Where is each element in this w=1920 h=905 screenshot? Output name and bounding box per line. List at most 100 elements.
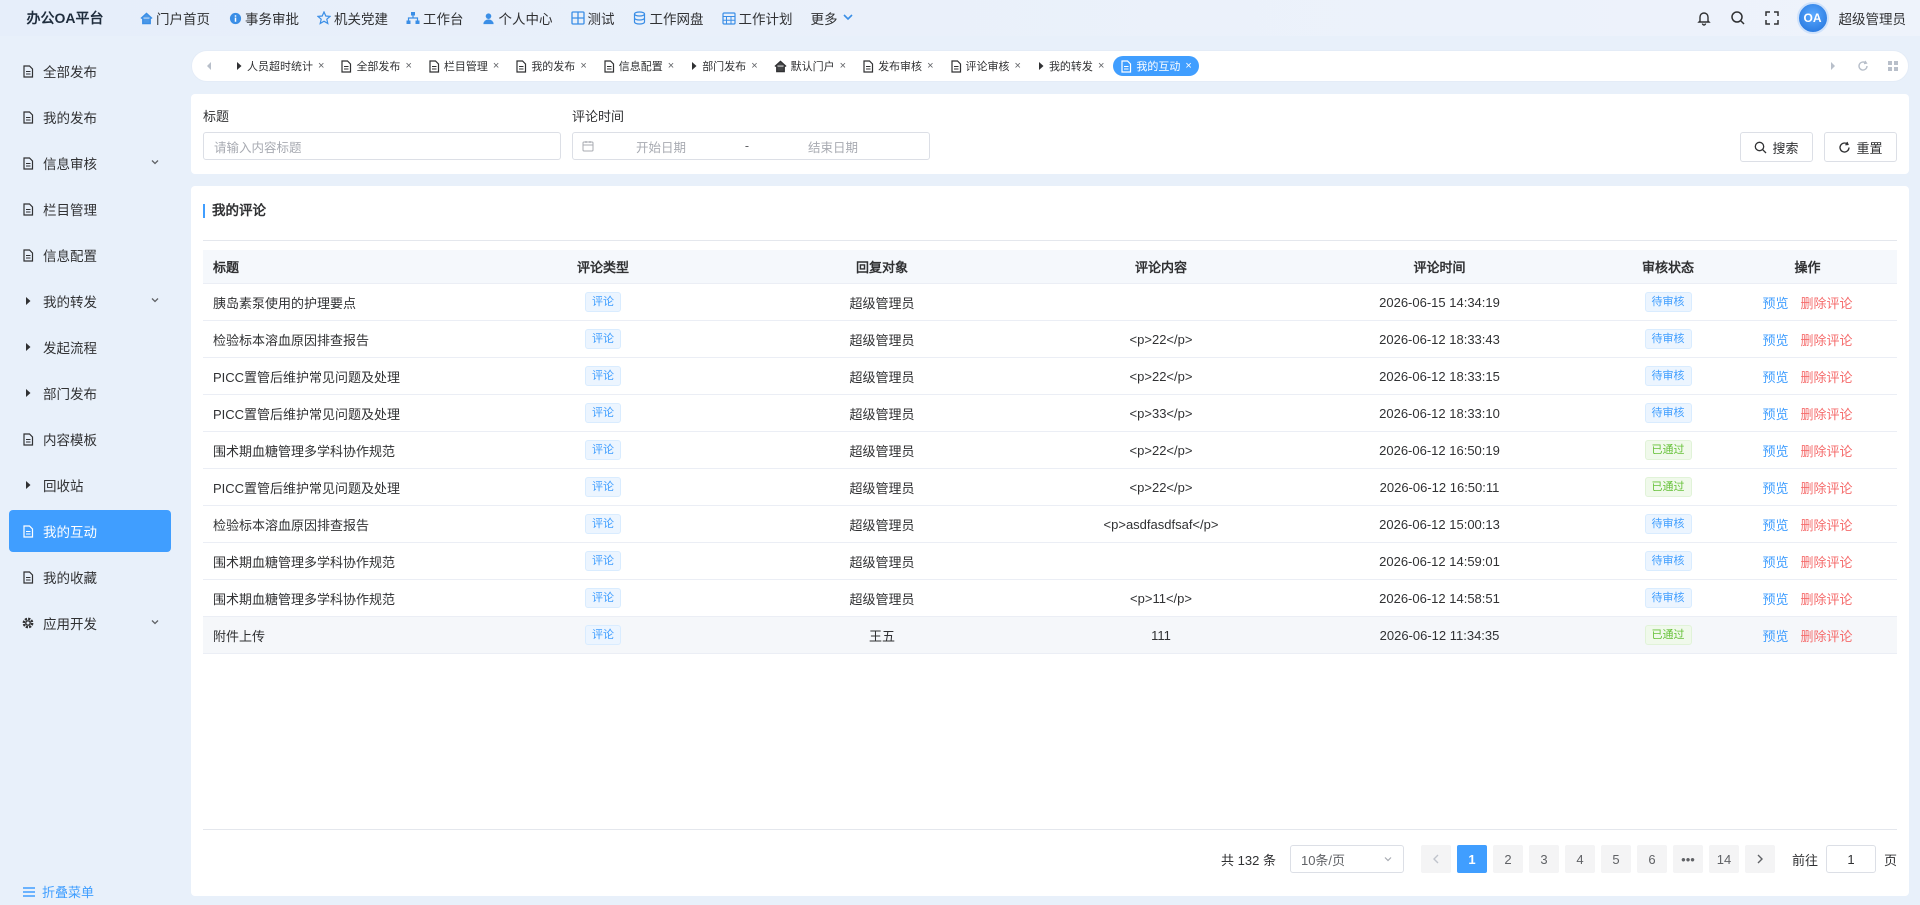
tabs-scroll-left-icon[interactable] [192,51,226,81]
more-pages-button[interactable]: ••• [1672,845,1703,873]
sidebar-item-2[interactable]: 我的发布 [9,96,171,138]
close-icon[interactable]: × [927,60,933,72]
date-range-picker[interactable]: 开始日期 - 结束日期 [572,132,930,160]
sidebar-item-7[interactable]: 发起流程 [9,326,171,368]
next-page-button[interactable] [1744,845,1775,873]
row-actions: 预览 删除评论 [1718,404,1897,423]
close-icon[interactable]: × [405,60,411,72]
delete-comment-link[interactable]: 删除评论 [1801,367,1853,386]
close-icon[interactable]: × [751,60,757,72]
page-button[interactable]: 5 [1600,845,1631,873]
search-icon[interactable] [1721,0,1755,36]
tab-11[interactable]: 我的互动 × [1113,56,1199,76]
start-date-input[interactable]: 开始日期 [594,137,728,156]
preview-link[interactable]: 预览 [1762,330,1788,349]
bell-icon[interactable] [1687,0,1721,36]
sidebar-item-4[interactable]: 栏目管理 [9,188,171,230]
nav-item-6[interactable]: 测试 [562,0,624,36]
tab-3[interactable]: 栏目管理 × [421,56,506,76]
sidebar-item-11[interactable]: 我的互动 [9,510,171,552]
preview-link[interactable]: 预览 [1762,293,1788,312]
page-button[interactable]: 14 [1708,845,1739,873]
nav-item-4[interactable]: 工作台 [397,0,473,36]
refresh-icon[interactable] [1848,51,1878,81]
nav-item-2[interactable]: 事务审批 [219,0,308,36]
delete-comment-link[interactable]: 删除评论 [1801,478,1853,497]
caret-right-icon [21,478,35,492]
row-actions: 预览 删除评论 [1718,589,1897,608]
page-button[interactable]: 2 [1492,845,1523,873]
delete-comment-link[interactable]: 删除评论 [1801,330,1853,349]
end-date-input[interactable]: 结束日期 [766,137,900,156]
tab-1[interactable]: 人员超时统计 × [228,56,331,76]
preview-link[interactable]: 预览 [1762,589,1788,608]
comment-type-cell: 评论 [503,588,703,608]
sidebar-item-5[interactable]: 信息配置 [9,234,171,276]
preview-link[interactable]: 预览 [1762,404,1788,423]
delete-comment-link[interactable]: 删除评论 [1801,589,1853,608]
close-icon[interactable]: × [1015,60,1021,72]
close-icon[interactable]: × [840,60,846,72]
row-title: 围术期血糖管理多学科协作规范 [213,554,396,570]
page-button[interactable]: 1 [1456,845,1487,873]
delete-comment-link[interactable]: 删除评论 [1801,552,1853,571]
tab-9[interactable]: 评论审核 × [943,56,1028,76]
nav-item-1[interactable]: 门户首页 [130,0,219,36]
close-icon[interactable]: × [580,60,586,72]
sidebar-item-12[interactable]: 我的收藏 [9,556,171,598]
fullscreen-icon[interactable] [1755,0,1789,36]
sidebar-item-13[interactable]: 应用开发 [9,602,171,644]
page-size-select[interactable]: 10条/页 [1289,845,1404,873]
delete-comment-link[interactable]: 删除评论 [1801,515,1853,534]
tab-label: 部门发布 [702,61,747,73]
nav-item-8[interactable]: 工作计划 [713,0,802,36]
grid-menu-icon[interactable] [1878,51,1908,81]
delete-comment-link[interactable]: 删除评论 [1801,441,1853,460]
tab-8[interactable]: 发布审核 × [855,56,940,76]
tab-6[interactable]: 部门发布 × [683,56,764,76]
reply-target: 超级管理员 [849,517,915,533]
sidebar-item-10[interactable]: 回收站 [9,464,171,506]
preview-link[interactable]: 预览 [1762,552,1788,571]
preview-link[interactable]: 预览 [1762,441,1788,460]
sidebar-item-6[interactable]: 我的转发 [9,280,171,322]
tabs-scroll-right-icon[interactable] [1818,51,1848,81]
preview-link[interactable]: 预览 [1762,626,1788,645]
nav-item-5[interactable]: 个人中心 [473,0,562,36]
sidebar-item-9[interactable]: 内容模板 [9,418,171,460]
tab-2[interactable]: 全部发布 × [333,56,418,76]
nav-item-3[interactable]: 机关党建 [308,0,397,36]
delete-comment-link[interactable]: 删除评论 [1801,626,1853,645]
delete-comment-link[interactable]: 删除评论 [1801,293,1853,312]
document-icon [950,59,962,73]
page-button[interactable]: 4 [1564,845,1595,873]
close-icon[interactable]: × [1098,60,1104,72]
nav-more[interactable]: 更多 [802,0,863,36]
sidebar-item-8[interactable]: 部门发布 [9,372,171,414]
collapse-menu-button[interactable]: 折叠菜单 [22,882,94,901]
delete-comment-link[interactable]: 删除评论 [1801,404,1853,423]
goto-page-input[interactable]: 1 [1825,845,1876,873]
close-icon[interactable]: × [668,60,674,72]
preview-link[interactable]: 预览 [1762,367,1788,386]
sidebar-item-3[interactable]: 信息审核 [9,142,171,184]
sidebar-item-1[interactable]: 全部发布 [9,50,171,92]
search-button[interactable]: 搜索 [1740,132,1813,162]
username[interactable]: 超级管理员 [1839,8,1907,28]
tab-7[interactable]: 默认门户 × [767,56,853,76]
prev-page-button[interactable] [1420,845,1451,873]
close-icon[interactable]: × [318,60,324,72]
preview-link[interactable]: 预览 [1762,515,1788,534]
title-filter-input[interactable]: 请输入内容标题 [203,132,561,160]
avatar[interactable]: OA [1796,2,1829,34]
preview-link[interactable]: 预览 [1762,478,1788,497]
tab-5[interactable]: 信息配置 × [596,56,681,76]
tab-10[interactable]: 我的转发 × [1030,56,1111,76]
close-icon[interactable]: × [1185,60,1191,72]
nav-item-7[interactable]: 工作网盘 [624,0,713,36]
page-button[interactable]: 3 [1528,845,1559,873]
page-button[interactable]: 6 [1636,845,1667,873]
tab-4[interactable]: 我的发布 × [508,56,593,76]
close-icon[interactable]: × [493,60,499,72]
reset-button[interactable]: 重置 [1824,132,1897,162]
